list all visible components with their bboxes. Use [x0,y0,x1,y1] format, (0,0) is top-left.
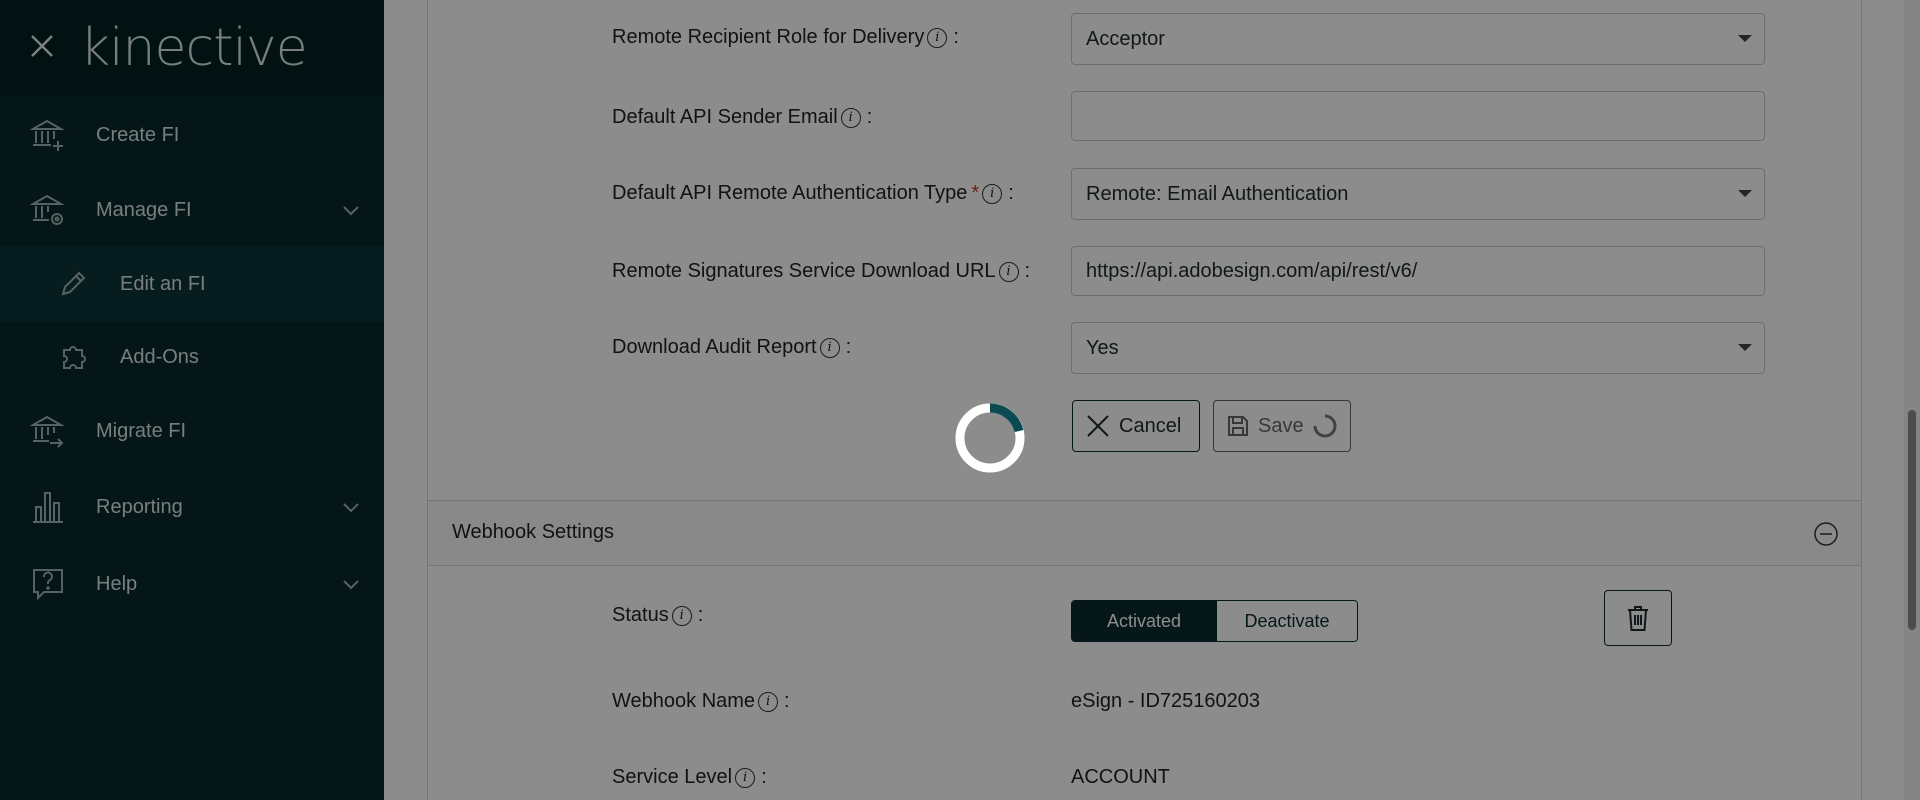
field-label-audit-report: Download Audit Report i : [612,336,852,358]
deactivate-option[interactable]: Deactivate [1216,601,1357,641]
sidebar-item-manage-fi[interactable]: Manage FI [0,173,384,247]
field-label-recipient-role: Remote Recipient Role for Delivery i : [612,26,959,48]
sidebar-item-label: Edit an FI [120,272,206,295]
sidebar-item-label: Manage FI [96,198,192,221]
vertical-scrollbar[interactable] [1904,0,1920,800]
logo: kinective [80,18,308,78]
activated-option[interactable]: Activated [1072,601,1216,641]
auth-type-select[interactable]: Remote: Email Authentication [1071,168,1765,220]
field-label-download-url: Remote Signatures Service Download URL i… [612,260,1031,282]
floppy-disk-icon [1228,416,1248,436]
info-icon[interactable]: i [671,605,692,626]
loading-spinner-icon [1313,414,1337,438]
required-marker: * [971,182,980,204]
pencil-icon [61,271,86,296]
sidebar-item-label: Reporting [96,495,183,518]
help-bubble-icon [33,569,63,601]
caret-down-icon [1738,190,1752,197]
loading-spinner-icon [955,403,1025,473]
sidebar-item-migrate-fi[interactable]: Migrate FI [0,394,384,468]
section-title: Webhook Settings [452,521,614,543]
info-icon[interactable]: i [819,337,840,358]
sidebar-item-add-ons[interactable]: Add-Ons [0,320,384,394]
bank-arrow-icon [30,415,65,448]
sidebar-item-label: Add-Ons [120,345,199,368]
webhook-name-value: eSign - ID725160203 [1071,690,1261,712]
caret-down-icon [1738,344,1752,351]
sidebar-item-label: Migrate FI [96,419,187,442]
sidebar-item-edit-fi[interactable]: Edit an FI [0,247,384,321]
chevron-down-icon [343,580,359,590]
collapse-minus-icon[interactable] [1813,521,1839,547]
sidebar: kinective Create FI Manage FI Edit an FI… [0,0,384,800]
audit-report-select[interactable]: Yes [1071,322,1765,374]
scrollbar-thumb[interactable] [1908,410,1916,630]
field-label-webhook-name: Webhook Name i : [612,690,790,712]
info-icon[interactable]: i [982,183,1003,204]
info-icon[interactable]: i [927,27,948,48]
field-label-service-level: Service Level i : [612,766,767,788]
delete-webhook-button[interactable] [1604,590,1672,646]
bank-gear-icon [30,194,65,225]
chevron-down-icon [343,206,359,216]
sidebar-item-reporting[interactable]: Reporting [0,470,384,544]
close-icon [1087,415,1109,437]
status-toggle: Activated Deactivate [1071,600,1358,642]
settings-panel: Remote Recipient Role for Delivery i : A… [427,0,1862,800]
main-content: Remote Recipient Role for Delivery i : A… [384,0,1920,800]
info-icon[interactable]: i [735,767,756,788]
webhook-settings-header[interactable]: Webhook Settings [428,500,1861,566]
close-icon[interactable] [28,32,56,60]
info-icon[interactable]: i [998,261,1019,282]
info-icon[interactable]: i [758,691,779,712]
bar-chart-icon [33,492,63,523]
sidebar-brand: kinective [0,0,384,96]
chevron-down-icon [343,503,359,513]
recipient-role-select[interactable]: Acceptor [1071,13,1765,65]
field-label-status: Status i : [612,604,704,626]
trash-icon [1628,606,1648,631]
sender-email-input[interactable] [1071,91,1765,141]
sidebar-item-label: Help [96,572,138,595]
bank-plus-icon [30,119,65,151]
field-label-sender-email: Default API Sender Email i : [612,106,873,128]
cancel-button[interactable]: Cancel [1072,400,1200,452]
field-label-auth-type: Default API Remote Authentication Type *… [612,182,1014,204]
save-button[interactable]: Save [1213,400,1351,452]
sidebar-item-create-fi[interactable]: Create FI [0,98,384,172]
puzzle-icon [63,346,86,369]
info-icon[interactable]: i [840,107,861,128]
service-level-value: ACCOUNT [1071,766,1170,788]
sidebar-item-help[interactable]: Help [0,547,384,621]
download-url-input[interactable]: https://api.adobesign.com/api/rest/v6/ [1071,246,1765,296]
sidebar-item-label: Create FI [96,123,180,146]
caret-down-icon [1738,35,1752,42]
